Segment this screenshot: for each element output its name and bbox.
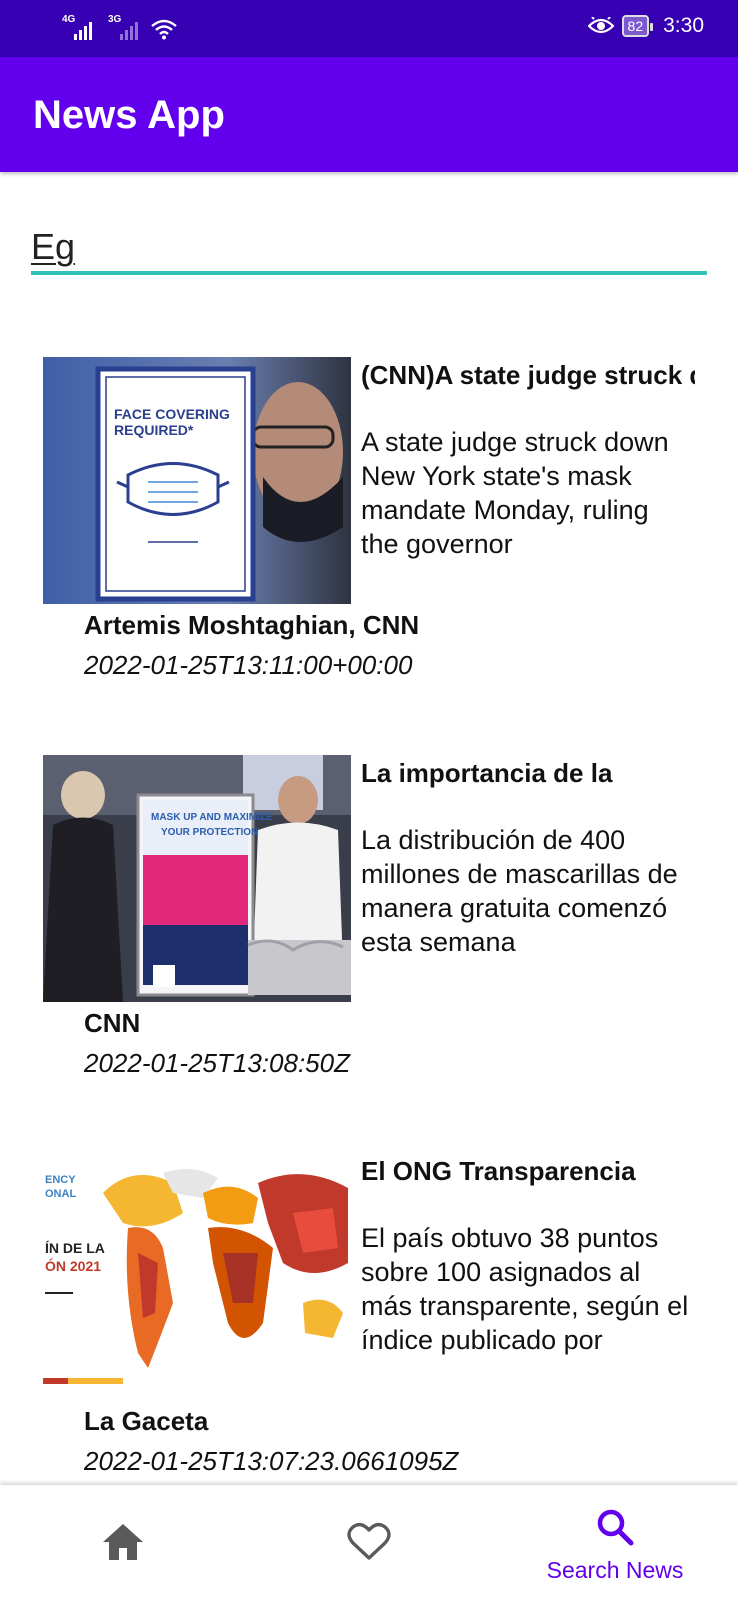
svg-text:MASK UP AND MAXIMIZE: MASK UP AND MAXIMIZE (151, 812, 273, 823)
search-underline (31, 271, 707, 275)
article-date: 2022-01-25T13:08:50Z (84, 1048, 350, 1078)
eye-icon (587, 17, 614, 34)
article-image: MASK UP AND MAXIMIZE YOUR PROTECTION (43, 755, 351, 1002)
svg-text:FACE COVERING: FACE COVERING (114, 406, 230, 422)
article-card[interactable]: MASK UP AND MAXIMIZE YOUR PROTECTION La … (0, 698, 738, 1078)
search-input[interactable] (31, 223, 707, 271)
battery-icon: 82 (621, 15, 653, 37)
nav-search-news-label: Search News (546, 1557, 684, 1583)
article-image: FACE COVERING REQUIRED* (43, 357, 351, 604)
app-title: News App (33, 93, 225, 137)
status-right-icons: 82 3:30 (587, 14, 704, 38)
clock: 3:30 (663, 14, 704, 37)
article-description: A state judge struck down New York state… (361, 427, 669, 559)
article-date: 2022-01-25T13:11:00+00:00 (84, 650, 413, 680)
wifi-icon (151, 19, 177, 40)
svg-text:ENCY: ENCY (45, 1174, 76, 1186)
nav-favorites[interactable] (246, 1485, 492, 1600)
nav-home[interactable] (0, 1485, 246, 1600)
bottom-navigation: Search News (0, 1485, 738, 1600)
article-title: La importancia de la (361, 758, 613, 788)
heart-icon (347, 1522, 391, 1560)
article-image: ENCY ONAL ÍN DE LA ÓN 2021 (43, 1153, 351, 1400)
svg-text:ÍN DE LA: ÍN DE LA (45, 1240, 105, 1256)
article-description: El país obtuvo 38 puntos sobre 100 asign… (361, 1223, 689, 1355)
article-title: (CNN)A state judge struck down New York … (361, 360, 695, 390)
signal-icon: 4G (62, 14, 92, 40)
status-left-icons: 4G 3G (62, 14, 178, 40)
search-icon (597, 1509, 634, 1546)
nav-search-news[interactable]: Search News (492, 1485, 738, 1600)
article-author: CNN (84, 1008, 141, 1038)
app-bar: News App (0, 57, 738, 172)
article-title: El ONG Transparencia (361, 1156, 636, 1186)
article-card[interactable]: ENCY ONAL ÍN DE LA ÓN 2021 El ONG Transp… (0, 1096, 738, 1476)
article-list[interactable]: FACE COVERING REQUIRED* (CNN)A state jud… (0, 300, 738, 1485)
sim2-network-tag: 3G (108, 14, 122, 25)
article-card[interactable]: FACE COVERING REQUIRED* (CNN)A state jud… (0, 300, 738, 680)
svg-text:ONAL: ONAL (45, 1188, 76, 1200)
article-description: La distribución de 400 millones de masca… (361, 825, 678, 957)
article-date: 2022-01-25T13:07:23.0661095Z (84, 1446, 459, 1476)
svg-text:YOUR PROTECTION: YOUR PROTECTION (161, 827, 258, 838)
article-author: La Gaceta (84, 1406, 209, 1436)
sim1-network-tag: 4G (62, 14, 76, 25)
article-author: Artemis Moshtaghian, CNN (84, 610, 420, 640)
signal-icon: 3G (108, 14, 138, 40)
search-field[interactable] (31, 215, 707, 275)
svg-text:ÓN 2021: ÓN 2021 (45, 1257, 101, 1274)
status-bar: 4G 3G 82 3:30 (0, 0, 738, 57)
home-icon (103, 1524, 143, 1560)
svg-text:REQUIRED*: REQUIRED* (114, 422, 194, 438)
